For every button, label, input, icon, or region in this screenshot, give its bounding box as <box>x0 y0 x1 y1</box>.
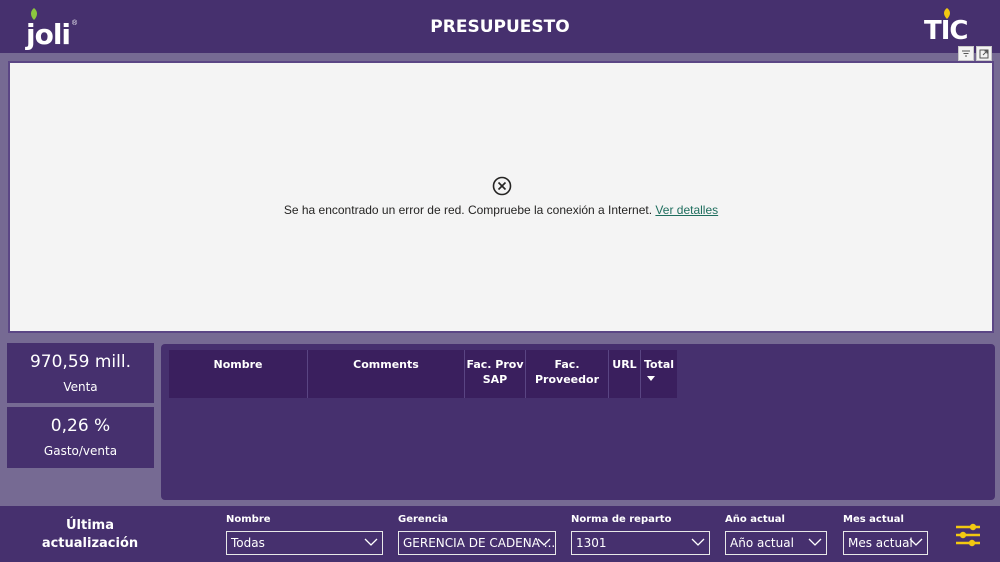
slicer-label: Año actual <box>725 514 785 525</box>
kpi-label: Gasto/venta <box>43 444 118 458</box>
slicer-label: Mes actual <box>843 514 904 525</box>
error-message-text: Se ha encontrado un error de red. Compru… <box>283 203 653 217</box>
kpi-card-gasto-venta: 0,26 % Gasto/venta <box>7 407 154 468</box>
slicer-label: Gerencia <box>398 514 448 525</box>
table-header-row: Nombre Comments Fac. Prov SAP Fac. Prove… <box>169 350 677 398</box>
slicer-dropdown-mes-actual[interactable]: Mes actual <box>843 531 928 555</box>
chevron-down-icon <box>808 538 822 546</box>
error-x-circle-icon <box>492 176 512 196</box>
slicer-ano-actual: Año actual Año actual <box>725 514 827 555</box>
error-visual: Se ha encontrado un error de red. Compru… <box>8 61 994 333</box>
kpi-value: 0,26 % <box>50 416 111 436</box>
slicer-dropdown-norma-de-reparto[interactable]: 1301 <box>571 531 710 555</box>
column-header-nombre[interactable]: Nombre <box>169 350 308 398</box>
tic-logo-text: TIC <box>924 16 968 46</box>
invoice-table: Nombre Comments Fac. Prov SAP Fac. Prove… <box>161 344 995 500</box>
slicer-dropdown-nombre[interactable]: Todas <box>226 531 383 555</box>
last-update-label: Última actualización <box>41 518 139 551</box>
chevron-down-icon <box>537 538 551 546</box>
kpi-label: Venta <box>63 380 98 394</box>
slicer-dropdown-gerencia[interactable]: GERENCIA DE CADENA ... <box>398 531 556 555</box>
slicer-value: 1301 <box>576 536 607 550</box>
chevron-down-icon <box>691 538 705 546</box>
column-header-total[interactable]: Total <box>641 350 677 398</box>
visual-header-tools <box>958 46 992 61</box>
slicer-nombre: Nombre Todas <box>226 514 383 555</box>
report-header: joli ® PRESUPUESTO TIC <box>0 0 1000 53</box>
slicer-value: Mes actual <box>848 536 913 550</box>
see-details-link[interactable]: Ver detalles <box>655 203 718 217</box>
slicer-gerencia: Gerencia GERENCIA DE CADENA ... <box>398 514 556 555</box>
sort-descending-icon <box>647 376 655 381</box>
column-header-fac-prov-sap[interactable]: Fac. Prov SAP <box>465 350 526 398</box>
chevron-down-icon <box>364 538 378 546</box>
page-title: PRESUPUESTO <box>430 17 570 37</box>
tic-logo: TIC <box>924 8 976 46</box>
slicer-value: Todas <box>231 536 265 550</box>
slicer-norma-de-reparto: Norma de reparto 1301 <box>571 514 710 555</box>
visual-filter-button[interactable] <box>958 46 974 61</box>
slicer-mes-actual: Mes actual Mes actual <box>843 514 928 555</box>
filters-panel-icon[interactable] <box>954 523 982 547</box>
slicer-label: Norma de reparto <box>571 514 672 525</box>
slicer-value: Año actual <box>730 536 794 550</box>
column-header-comments[interactable]: Comments <box>308 350 465 398</box>
filter-bar: Última actualización Nombre Todas Gerenc… <box>0 506 1000 562</box>
error-message: Se ha encontrado un error de red. Compru… <box>10 203 992 217</box>
kpi-value: 970,59 mill. <box>29 352 132 372</box>
focus-mode-icon <box>979 49 989 58</box>
column-header-fac-proveedor[interactable]: Fac. Proveedor <box>526 350 609 398</box>
kpi-card-venta: 970,59 mill. Venta <box>7 343 154 403</box>
slicer-value: GERENCIA DE CADENA ... <box>403 536 556 550</box>
focus-mode-button[interactable] <box>976 46 992 61</box>
column-header-url[interactable]: URL <box>609 350 641 398</box>
chevron-down-icon <box>909 538 923 546</box>
filter-icon <box>962 50 970 57</box>
slicer-label: Nombre <box>226 514 271 525</box>
slicer-dropdown-ano-actual[interactable]: Año actual <box>725 531 827 555</box>
